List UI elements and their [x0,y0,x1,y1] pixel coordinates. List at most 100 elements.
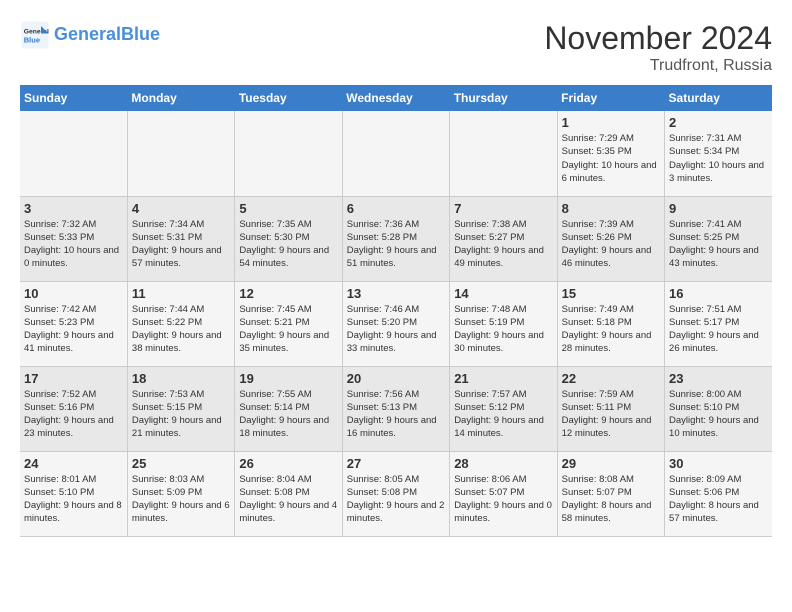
calendar-day-cell: 2Sunrise: 7:31 AM Sunset: 5:34 PM Daylig… [665,111,772,196]
day-number: 5 [239,201,337,216]
calendar-day-cell: 27 Sunrise: 8:05 AM Sunset: 5:08 PM Dayli… [342,451,449,536]
day-info: Sunrise: 7:45 AM Sunset: 5:21 PM Dayligh… [239,303,337,356]
day-info: Sunrise: 8:08 AM Sunset: 5:07 PM Dayligh… [562,473,660,526]
calendar-day-cell: 5 Sunrise: 7:35 AM Sunset: 5:30 PM Daylig… [235,196,342,281]
calendar-week-row: 3 Sunrise: 7:32 AM Sunset: 5:33 PM Daylig… [20,196,772,281]
calendar-week-row: 24Sunrise: 8:01 AM Sunset: 5:10 PM Dayli… [20,451,772,536]
calendar-day-cell [20,111,127,196]
day-info: Sunrise: 7:57 AM Sunset: 5:12 PM Dayligh… [454,388,552,441]
calendar-week-row: 1 Sunrise: 7:29 AM Sunset: 5:35 PM Daylig… [20,111,772,196]
logo: General Blue GeneralBlue [20,20,160,50]
month-title: November 2024 [544,20,772,57]
day-number: 13 [347,286,445,301]
day-number: 11 [132,286,230,301]
calendar-week-row: 17 Sunrise: 7:52 AM Sunset: 5:16 PM Dayli… [20,366,772,451]
calendar-day-cell: 28 Sunrise: 8:06 AM Sunset: 5:07 PM Dayli… [450,451,557,536]
calendar-day-cell [235,111,342,196]
weekday-header: Monday [127,85,234,111]
day-number: 30 [669,456,768,471]
day-number: 25 [132,456,230,471]
weekday-header: Sunday [20,85,127,111]
weekday-header: Wednesday [342,85,449,111]
calendar-day-cell: 12 Sunrise: 7:45 AM Sunset: 5:21 PM Dayli… [235,281,342,366]
calendar-day-cell: 6Sunrise: 7:36 AM Sunset: 5:28 PM Daylig… [342,196,449,281]
calendar-day-cell: 22Sunrise: 7:59 AM Sunset: 5:11 PM Dayli… [557,366,664,451]
day-number: 4 [132,201,230,216]
day-info: Sunrise: 7:38 AM Sunset: 5:27 PM Dayligh… [454,218,552,271]
calendar-header-row: SundayMondayTuesdayWednesdayThursdayFrid… [20,85,772,111]
logo-general: General [54,24,121,44]
calendar-week-row: 10Sunrise: 7:42 AM Sunset: 5:23 PM Dayli… [20,281,772,366]
calendar-day-cell: 11Sunrise: 7:44 AM Sunset: 5:22 PM Dayli… [127,281,234,366]
day-info: Sunrise: 7:34 AM Sunset: 5:31 PM Dayligh… [132,218,230,271]
calendar-day-cell [450,111,557,196]
calendar-day-cell: 14 Sunrise: 7:48 AM Sunset: 5:19 PM Dayli… [450,281,557,366]
calendar-day-cell: 1 Sunrise: 7:29 AM Sunset: 5:35 PM Daylig… [557,111,664,196]
day-number: 14 [454,286,552,301]
day-number: 27 [347,456,445,471]
day-info: Sunrise: 7:31 AM Sunset: 5:34 PM Dayligh… [669,132,768,185]
weekday-header: Tuesday [235,85,342,111]
day-number: 16 [669,286,768,301]
title-area: November 2024 Trudfront, Russia [544,20,772,75]
calendar-day-cell: 19 Sunrise: 7:55 AM Sunset: 5:14 PM Dayli… [235,366,342,451]
day-info: Sunrise: 7:49 AM Sunset: 5:18 PM Dayligh… [562,303,660,356]
day-number: 7 [454,201,552,216]
day-number: 29 [562,456,660,471]
day-number: 24 [24,456,123,471]
day-number: 17 [24,371,123,386]
calendar-day-cell: 7 Sunrise: 7:38 AM Sunset: 5:27 PM Daylig… [450,196,557,281]
location-title: Trudfront, Russia [544,57,772,75]
svg-text:Blue: Blue [24,36,40,45]
calendar-day-cell: 9Sunrise: 7:41 AM Sunset: 5:25 PM Daylig… [665,196,772,281]
day-info: Sunrise: 7:29 AM Sunset: 5:35 PM Dayligh… [562,132,660,185]
day-number: 28 [454,456,552,471]
day-info: Sunrise: 7:56 AM Sunset: 5:13 PM Dayligh… [347,388,445,441]
day-info: Sunrise: 7:51 AM Sunset: 5:17 PM Dayligh… [669,303,768,356]
day-number: 15 [562,286,660,301]
day-number: 10 [24,286,123,301]
day-info: Sunrise: 7:55 AM Sunset: 5:14 PM Dayligh… [239,388,337,441]
logo-blue: Blue [121,24,160,44]
day-number: 8 [562,201,660,216]
logo-icon: General Blue [20,20,50,50]
day-info: Sunrise: 7:32 AM Sunset: 5:33 PM Dayligh… [24,218,123,271]
calendar-day-cell: 21 Sunrise: 7:57 AM Sunset: 5:12 PM Dayli… [450,366,557,451]
day-info: Sunrise: 7:41 AM Sunset: 5:25 PM Dayligh… [669,218,768,271]
day-info: Sunrise: 7:46 AM Sunset: 5:20 PM Dayligh… [347,303,445,356]
calendar-day-cell: 13 Sunrise: 7:46 AM Sunset: 5:20 PM Dayli… [342,281,449,366]
calendar-day-cell: 29 Sunrise: 8:08 AM Sunset: 5:07 PM Dayli… [557,451,664,536]
day-number: 12 [239,286,337,301]
calendar-day-cell: 24Sunrise: 8:01 AM Sunset: 5:10 PM Dayli… [20,451,127,536]
day-info: Sunrise: 8:06 AM Sunset: 5:07 PM Dayligh… [454,473,552,526]
day-info: Sunrise: 7:48 AM Sunset: 5:19 PM Dayligh… [454,303,552,356]
calendar-day-cell: 18 Sunrise: 7:53 AM Sunset: 5:15 PM Dayli… [127,366,234,451]
calendar-day-cell: 26Sunrise: 8:04 AM Sunset: 5:08 PM Dayli… [235,451,342,536]
day-info: Sunrise: 8:05 AM Sunset: 5:08 PM Dayligh… [347,473,445,526]
calendar-day-cell [342,111,449,196]
calendar-day-cell: 15 Sunrise: 7:49 AM Sunset: 5:18 PM Dayli… [557,281,664,366]
calendar-day-cell: 10Sunrise: 7:42 AM Sunset: 5:23 PM Dayli… [20,281,127,366]
weekday-header: Saturday [665,85,772,111]
day-number: 19 [239,371,337,386]
calendar-day-cell: 8Sunrise: 7:39 AM Sunset: 5:26 PM Daylig… [557,196,664,281]
day-number: 26 [239,456,337,471]
day-number: 18 [132,371,230,386]
day-number: 1 [562,115,660,130]
day-number: 3 [24,201,123,216]
day-info: Sunrise: 8:09 AM Sunset: 5:06 PM Dayligh… [669,473,768,526]
day-number: 22 [562,371,660,386]
calendar-day-cell: 20Sunrise: 7:56 AM Sunset: 5:13 PM Dayli… [342,366,449,451]
day-number: 21 [454,371,552,386]
calendar-day-cell: 25Sunrise: 8:03 AM Sunset: 5:09 PM Dayli… [127,451,234,536]
page-header: General Blue GeneralBlue November 2024 T… [20,20,772,75]
weekday-header: Friday [557,85,664,111]
day-info: Sunrise: 7:35 AM Sunset: 5:30 PM Dayligh… [239,218,337,271]
calendar-day-cell: 17 Sunrise: 7:52 AM Sunset: 5:16 PM Dayli… [20,366,127,451]
calendar-day-cell: 4 Sunrise: 7:34 AM Sunset: 5:31 PM Daylig… [127,196,234,281]
day-info: Sunrise: 7:52 AM Sunset: 5:16 PM Dayligh… [24,388,123,441]
day-number: 23 [669,371,768,386]
day-info: Sunrise: 7:53 AM Sunset: 5:15 PM Dayligh… [132,388,230,441]
calendar-day-cell: 16 Sunrise: 7:51 AM Sunset: 5:17 PM Dayli… [665,281,772,366]
day-info: Sunrise: 7:36 AM Sunset: 5:28 PM Dayligh… [347,218,445,271]
